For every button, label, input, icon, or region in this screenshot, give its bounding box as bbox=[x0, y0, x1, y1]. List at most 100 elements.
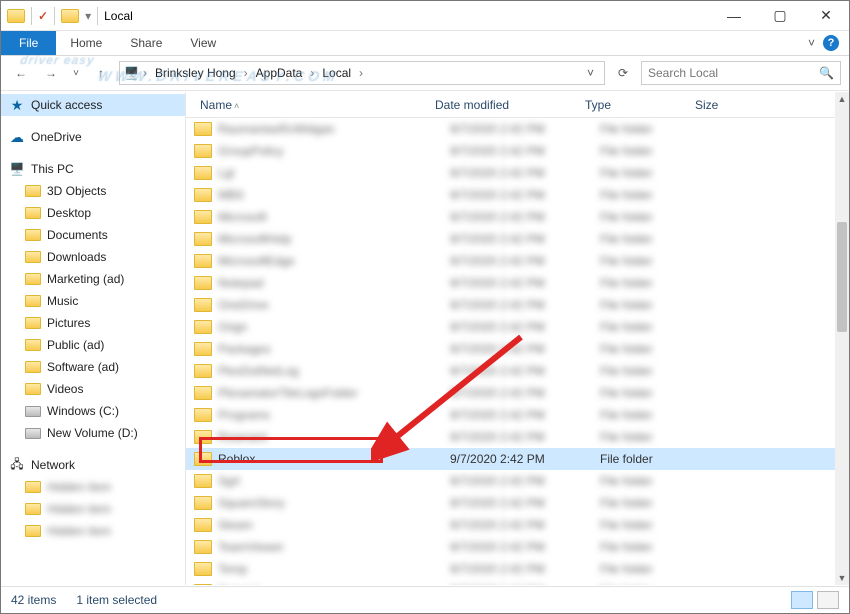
scroll-down-icon[interactable]: ▼ bbox=[835, 571, 849, 585]
sidebar-item[interactable]: Music bbox=[1, 290, 185, 312]
help-button[interactable]: ? bbox=[823, 35, 839, 51]
file-type: File folder bbox=[600, 562, 710, 576]
icons-view-button[interactable] bbox=[817, 591, 839, 609]
chevron-right-icon[interactable]: › bbox=[357, 66, 365, 80]
table-row[interactable]: OneDrive 9/7/2020 2:42 PM File folder bbox=[186, 294, 835, 316]
table-row[interactable]: Microsoft 9/7/2020 2:42 PM File folder bbox=[186, 206, 835, 228]
sidebar-item[interactable]: 3D Objects bbox=[1, 180, 185, 202]
file-type: File folder bbox=[600, 298, 710, 312]
ribbon-expand-icon[interactable]: ˅ bbox=[808, 36, 815, 50]
column-size[interactable]: Size bbox=[689, 98, 769, 112]
close-button[interactable]: ✕ bbox=[803, 1, 849, 31]
file-type: File folder bbox=[600, 210, 710, 224]
table-row[interactable]: RaumantasRcWidgan 9/7/2020 2:42 PM File … bbox=[186, 118, 835, 140]
qat-dropdown-icon[interactable]: ▾ bbox=[85, 9, 91, 23]
chevron-right-icon[interactable]: › bbox=[308, 66, 316, 80]
column-name[interactable]: Name˄ bbox=[194, 98, 429, 112]
sidebar-item[interactable]: Marketing (ad) bbox=[1, 268, 185, 290]
sidebar-onedrive[interactable]: ☁ OneDrive bbox=[1, 126, 185, 148]
sidebar-item[interactable]: Software (ad) bbox=[1, 356, 185, 378]
sidebar-network[interactable]: 🖧 Network bbox=[1, 454, 185, 476]
file-date: 9/7/2020 2:42 PM bbox=[450, 562, 600, 576]
table-row[interactable]: Lgl 9/7/2020 2:42 PM File folder bbox=[186, 162, 835, 184]
table-row[interactable]: Steam 9/7/2020 2:42 PM File folder bbox=[186, 514, 835, 536]
sidebar-item[interactable]: Desktop bbox=[1, 202, 185, 224]
folder-icon bbox=[25, 383, 41, 395]
file-view: Name˄ Date modified Type Size RaumantasR… bbox=[186, 92, 849, 585]
refresh-button[interactable]: ⟳ bbox=[611, 61, 635, 85]
table-row[interactable]: Packages 9/7/2020 2:42 PM File folder bbox=[186, 338, 835, 360]
search-box[interactable]: Search Local 🔍 bbox=[641, 61, 841, 85]
file-name: Roamant bbox=[218, 430, 450, 444]
forward-button[interactable]: → bbox=[39, 61, 63, 85]
table-row[interactable]: Programs 9/7/2020 2:42 PM File folder bbox=[186, 404, 835, 426]
breadcrumb-item[interactable]: Local bbox=[318, 66, 355, 80]
table-row[interactable]: MicrosoftHelp 9/7/2020 2:42 PM File fold… bbox=[186, 228, 835, 250]
table-row[interactable]: Notepad 9/7/2020 2:42 PM File folder bbox=[186, 272, 835, 294]
vertical-scrollbar[interactable]: ▲ ▼ bbox=[835, 92, 849, 585]
sidebar-item[interactable]: Documents bbox=[1, 224, 185, 246]
table-row[interactable]: PlexDotNetLog 9/7/2020 2:42 PM File fold… bbox=[186, 360, 835, 382]
table-row[interactable]: Temp 9/7/2020 2:42 PM File folder bbox=[186, 558, 835, 580]
sidebar-item[interactable]: New Volume (D:) bbox=[1, 422, 185, 444]
up-button[interactable]: ↑ bbox=[89, 61, 113, 85]
sidebar-item-blurred[interactable]: Hidden item bbox=[1, 476, 185, 498]
sidebar-item[interactable]: Videos bbox=[1, 378, 185, 400]
table-row[interactable]: MicrosoftEdge 9/7/2020 2:42 PM File fold… bbox=[186, 250, 835, 272]
sidebar-label: Pictures bbox=[47, 316, 90, 330]
file-date: 9/7/2020 2:42 PM bbox=[450, 166, 600, 180]
file-type: File folder bbox=[600, 474, 710, 488]
chevron-right-icon[interactable]: › bbox=[242, 66, 250, 80]
folder-icon bbox=[194, 188, 212, 202]
table-row[interactable]: Roamant 9/7/2020 2:42 PM File folder bbox=[186, 426, 835, 448]
sidebar-this-pc[interactable]: 🖥️ This PC bbox=[1, 158, 185, 180]
breadcrumb-item[interactable]: AppData bbox=[252, 66, 307, 80]
sidebar-item-blurred[interactable]: Hidden item bbox=[1, 520, 185, 542]
file-tab[interactable]: File bbox=[1, 31, 56, 55]
file-type: File folder bbox=[600, 540, 710, 554]
maximize-button[interactable]: ▢ bbox=[757, 1, 803, 31]
back-button[interactable]: ← bbox=[9, 61, 33, 85]
folder-icon bbox=[194, 496, 212, 510]
minimize-button[interactable]: — bbox=[711, 1, 757, 31]
sidebar-item-blurred[interactable]: Hidden item bbox=[1, 498, 185, 520]
address-bar[interactable]: 🖥️ › Brinksley Hong › AppData › Local › … bbox=[119, 61, 605, 85]
sidebar-item[interactable]: Public (ad) bbox=[1, 334, 185, 356]
sidebar-item[interactable]: Downloads bbox=[1, 246, 185, 268]
tab-share[interactable]: Share bbox=[116, 31, 176, 55]
address-dropdown-icon[interactable]: ˅ bbox=[581, 66, 600, 80]
scrollbar-thumb[interactable] bbox=[837, 222, 847, 332]
history-dropdown[interactable]: ˅ bbox=[69, 61, 83, 85]
tab-view[interactable]: View bbox=[176, 31, 230, 55]
breadcrumb-item[interactable]: Brinksley Hong bbox=[151, 66, 240, 80]
column-type[interactable]: Type bbox=[579, 98, 689, 112]
sidebar-label: Quick access bbox=[31, 98, 102, 112]
table-row[interactable]: MBS 9/7/2020 2:42 PM File folder bbox=[186, 184, 835, 206]
scroll-up-icon[interactable]: ▲ bbox=[835, 92, 849, 106]
column-date[interactable]: Date modified bbox=[429, 98, 579, 112]
tab-home[interactable]: Home bbox=[56, 31, 116, 55]
details-view-button[interactable] bbox=[791, 591, 813, 609]
sidebar-item[interactable]: Windows (C:) bbox=[1, 400, 185, 422]
computer-icon: 🖥️ bbox=[9, 162, 25, 176]
table-row[interactable]: Sgrt 9/7/2020 2:42 PM File folder bbox=[186, 470, 835, 492]
file-type: File folder bbox=[600, 232, 710, 246]
file-list[interactable]: RaumantasRcWidgan 9/7/2020 2:42 PM File … bbox=[186, 118, 835, 585]
file-type: File folder bbox=[600, 342, 710, 356]
table-row[interactable]: Tencent 9/7/2020 2:42 PM File folder bbox=[186, 580, 835, 585]
table-row[interactable]: TeamViewer 9/7/2020 2:42 PM File folder bbox=[186, 536, 835, 558]
folder-icon bbox=[25, 317, 41, 329]
file-date: 9/7/2020 2:42 PM bbox=[450, 232, 600, 246]
table-row[interactable]: PlexamatorTileLogsFolder 9/7/2020 2:42 P… bbox=[186, 382, 835, 404]
table-row[interactable]: Roblox 9/7/2020 2:42 PM File folder bbox=[186, 448, 835, 470]
content-area: ★ Quick access ☁ OneDrive 🖥️ This PC 3D … bbox=[1, 92, 849, 585]
file-date: 9/7/2020 2:42 PM bbox=[450, 144, 600, 158]
table-row[interactable]: SquareStory 9/7/2020 2:42 PM File folder bbox=[186, 492, 835, 514]
chevron-right-icon[interactable]: › bbox=[141, 66, 149, 80]
qat-check-icon[interactable]: ✓ bbox=[38, 9, 48, 23]
table-row[interactable]: Orign 9/7/2020 2:42 PM File folder bbox=[186, 316, 835, 338]
sidebar-item[interactable]: Pictures bbox=[1, 312, 185, 334]
sidebar-quick-access[interactable]: ★ Quick access bbox=[1, 94, 185, 116]
folder-icon bbox=[25, 295, 41, 307]
table-row[interactable]: GroupPolicy 9/7/2020 2:42 PM File folder bbox=[186, 140, 835, 162]
